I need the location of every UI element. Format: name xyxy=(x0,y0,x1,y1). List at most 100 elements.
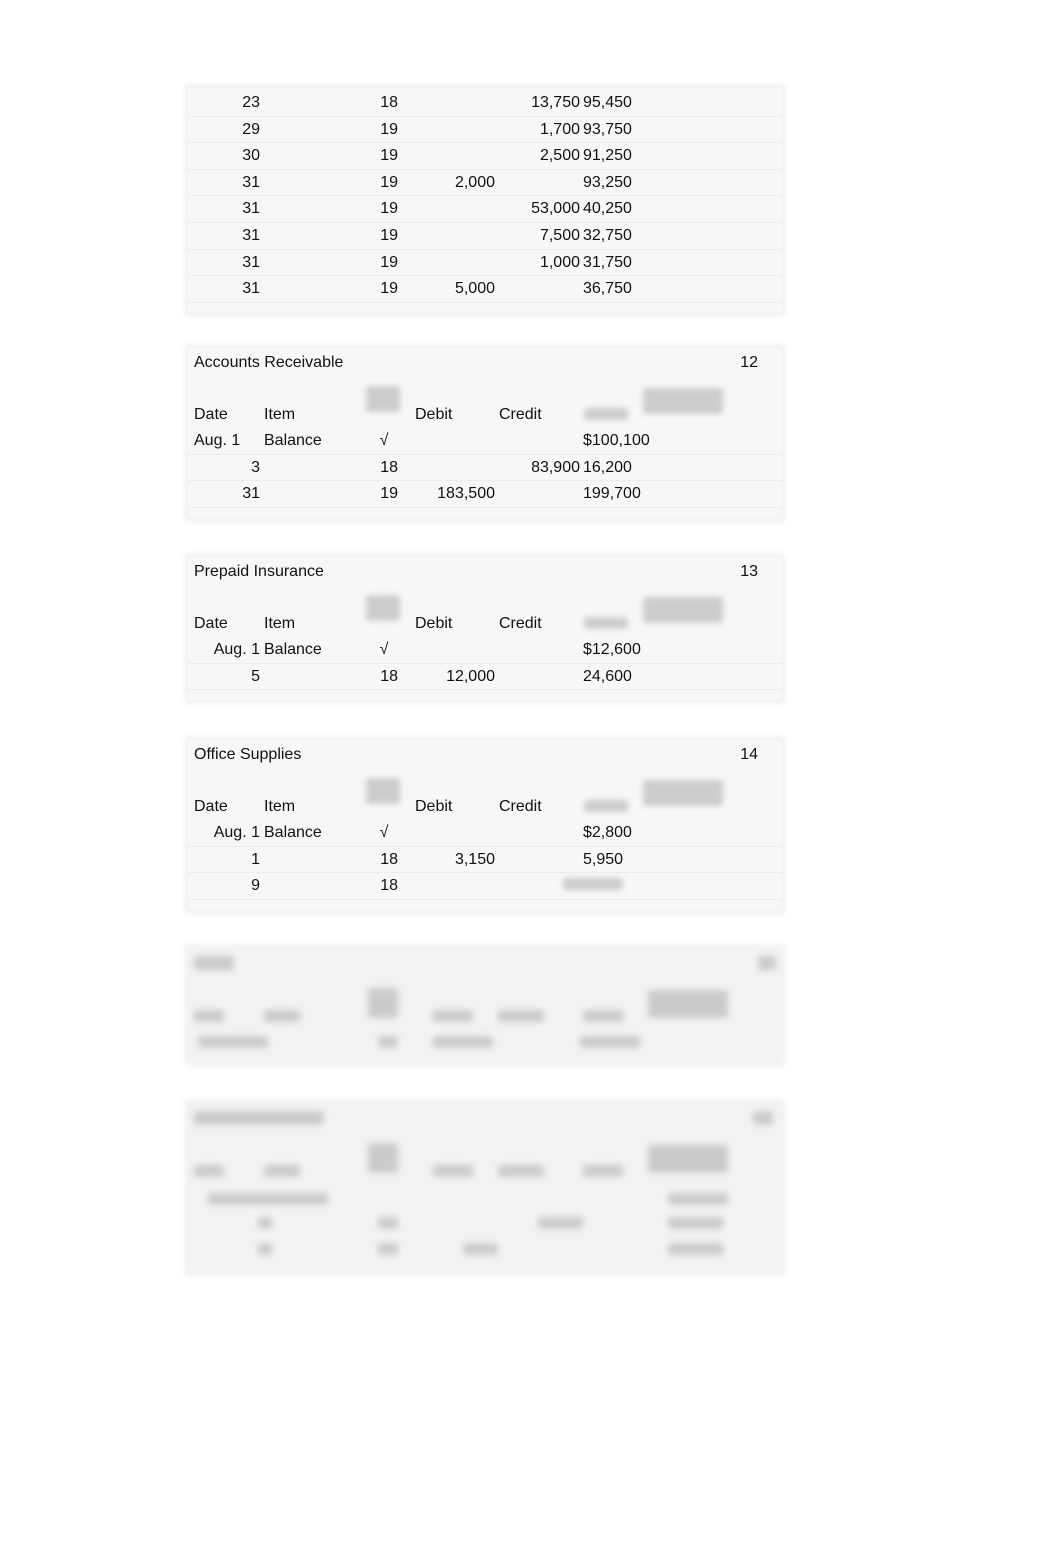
balance-debit-cell: 5,950 xyxy=(583,850,624,868)
blurred-header xyxy=(366,386,400,412)
table-row: 31 19 1,000 31,750 xyxy=(188,250,782,277)
header-date: Date xyxy=(194,406,228,423)
balance-credit-cell xyxy=(662,820,782,846)
table-row: 31 19 7,500 32,750 xyxy=(188,223,782,250)
debit-cell: 5,000 xyxy=(454,280,495,298)
credit-cell xyxy=(497,276,582,302)
table-row: 29 19 1,700 93,750 xyxy=(188,117,782,144)
item-cell xyxy=(262,223,358,249)
post-ref-cell: √ xyxy=(379,824,389,841)
date-cell: 29 xyxy=(242,120,260,138)
date-cell: 31 xyxy=(242,253,260,271)
balance-debit-cell: 91,250 xyxy=(583,147,632,165)
credit-cell xyxy=(497,428,582,454)
date-cell: 30 xyxy=(242,147,260,165)
header-credit: Credit xyxy=(499,798,542,815)
header-credit: Credit xyxy=(499,615,542,632)
balance-credit-cell xyxy=(662,143,782,169)
post-ref-cell: √ xyxy=(379,432,389,449)
table-row: Aug. 1 Balance √ $12,600 xyxy=(188,637,782,664)
credit-cell: 83,900 xyxy=(531,458,580,476)
post-ref-cell: 19 xyxy=(380,280,398,298)
balance-credit-cell xyxy=(662,223,782,249)
credit-cell: 2,500 xyxy=(539,147,580,165)
debit-cell xyxy=(410,90,497,116)
blurred-header xyxy=(366,595,400,621)
item-cell xyxy=(262,250,358,276)
balance-debit-cell: $100,100 xyxy=(583,432,650,449)
date-cell: 3 xyxy=(251,458,260,476)
item-cell xyxy=(262,143,358,169)
account-number: 14 xyxy=(740,746,758,763)
date-cell: 1 xyxy=(251,850,260,868)
item-cell xyxy=(262,276,358,302)
post-ref-cell: 18 xyxy=(380,94,398,111)
balance-credit-cell xyxy=(662,170,782,196)
credit-cell xyxy=(497,847,582,873)
date-cell: 31 xyxy=(242,280,260,298)
table-row: Aug. 1 Balance √ $100,100 xyxy=(188,428,782,455)
balance-debit-cell: 36,750 xyxy=(583,280,632,298)
balance-debit-cell xyxy=(563,873,662,899)
ledger-title-row: Office Supplies 14 xyxy=(188,740,782,770)
item-cell xyxy=(262,873,358,899)
ledger-continued: 23 18 13,750 95,450 29 19 1,700 93,750 30 19 2,500… xyxy=(188,88,782,313)
item-cell xyxy=(262,90,358,116)
account-title: Accounts Receivable xyxy=(194,354,344,371)
column-headers: Date Item Debit Credit xyxy=(188,378,782,428)
table-row: 1 18 3,150 5,950 xyxy=(188,847,782,874)
debit-cell xyxy=(410,873,497,899)
debit-cell xyxy=(410,250,497,276)
balance-credit-cell xyxy=(662,481,782,507)
post-ref-cell: 19 xyxy=(380,226,398,244)
date-cell: 31 xyxy=(242,226,260,244)
header-item: Item xyxy=(264,406,296,423)
item-cell: Balance xyxy=(264,824,322,841)
balance-credit-cell xyxy=(662,873,782,899)
ledger-title-row: Accounts Receivable 12 xyxy=(188,348,782,378)
blurred-ledger xyxy=(188,1103,782,1272)
balance-debit-cell: $12,600 xyxy=(583,641,641,658)
header-debit: Debit xyxy=(415,798,453,815)
date-cell: 9 xyxy=(251,877,260,895)
balance-credit-cell xyxy=(662,455,782,481)
header-item: Item xyxy=(264,615,296,632)
post-ref-cell: 18 xyxy=(380,458,398,476)
balance-credit-cell xyxy=(662,196,782,222)
blurred-ledger xyxy=(188,948,782,1062)
ledger-office-supplies: Office Supplies 14 Date Item Debit Credit Aug.… xyxy=(188,740,782,910)
balance-debit-cell: 93,250 xyxy=(583,173,632,191)
balance-debit-cell: 95,450 xyxy=(583,94,632,111)
debit-cell xyxy=(410,637,497,663)
balance-credit-cell xyxy=(662,664,782,690)
balance-debit-cell: 199,700 xyxy=(583,485,641,503)
balance-credit-cell xyxy=(662,250,782,276)
blurred-header xyxy=(584,617,628,629)
debit-cell xyxy=(410,196,497,222)
post-ref-cell: 19 xyxy=(380,485,398,503)
debit-cell: 3,150 xyxy=(454,850,495,868)
post-ref-cell: 19 xyxy=(380,253,398,271)
balance-debit-cell: 31,750 xyxy=(583,253,632,271)
item-cell xyxy=(262,196,358,222)
item-cell xyxy=(262,455,358,481)
blurred-header xyxy=(366,778,400,804)
table-row: 5 18 12,000 24,600 xyxy=(188,664,782,691)
balance-debit-cell: 40,250 xyxy=(583,200,632,218)
table-row: 31 19 53,000 40,250 xyxy=(188,196,782,223)
balance-debit-cell: 32,750 xyxy=(583,226,632,244)
date-cell: 31 xyxy=(242,200,260,218)
blurred-header xyxy=(643,597,723,623)
balance-debit-cell: 24,600 xyxy=(583,667,632,685)
table-row: 31 19 183,500 199,700 xyxy=(188,481,782,508)
credit-cell: 53,000 xyxy=(531,200,580,218)
balance-credit-cell xyxy=(662,428,782,454)
account-title: Prepaid Insurance xyxy=(194,563,324,580)
balance-debit-cell: 16,200 xyxy=(583,458,632,476)
header-credit: Credit xyxy=(499,406,542,423)
blurred-header xyxy=(643,780,723,806)
date-cell: Aug. 1 xyxy=(213,824,260,841)
debit-cell: 2,000 xyxy=(454,173,495,191)
balance-credit-cell xyxy=(662,637,782,663)
balance-credit-cell xyxy=(662,90,782,116)
